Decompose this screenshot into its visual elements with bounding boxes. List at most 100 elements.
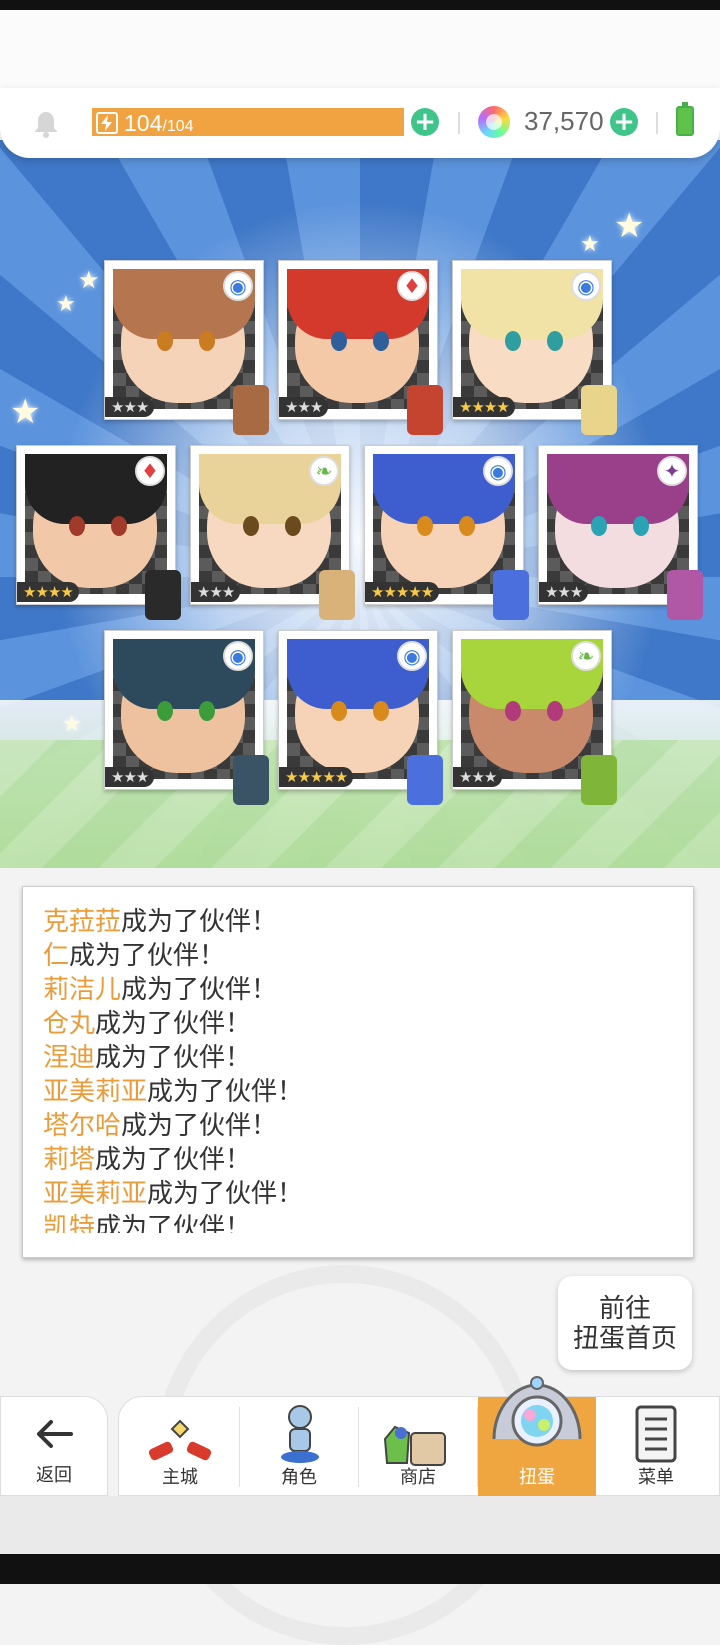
tab-label: 菜单	[638, 1467, 674, 1488]
divider	[458, 112, 460, 134]
menu-list-icon	[635, 1405, 677, 1463]
resource-status-bar: 104/104 + 37,570 +	[0, 88, 720, 158]
log-line: 莉塔成为了伙伴！	[43, 1143, 251, 1177]
energy-max: /104	[162, 118, 194, 135]
pixel-sprite-icon	[493, 570, 529, 620]
add-energy-button[interactable]: +	[411, 108, 439, 136]
tab-main-city[interactable]: 主城	[121, 1397, 239, 1497]
character-card[interactable]: ◉ ★★★	[104, 260, 269, 435]
goto-line-1: 前往	[598, 1294, 651, 1324]
rarity-stars: ★★★★	[453, 397, 515, 417]
goto-gacha-home-button[interactable]: 前往 扭蛋首页	[558, 1276, 692, 1370]
pixel-sprite-icon	[233, 755, 269, 805]
character-name: 涅迪	[43, 1043, 96, 1073]
tab-label: 商店	[400, 1467, 436, 1488]
character-card[interactable]: ❧ ★★★	[190, 445, 355, 620]
log-suffix: 成为了伙伴！	[95, 1213, 252, 1233]
water-attribute-icon: ◉	[571, 271, 601, 301]
rarity-stars: ★★★★	[17, 582, 79, 602]
log-suffix: 成为了伙伴！	[121, 975, 278, 1005]
character-card[interactable]: ❧ ★★★	[452, 630, 617, 805]
rarity-stars: ★★★	[279, 397, 329, 417]
sparkle-icon: ★	[78, 266, 100, 294]
tab-gacha[interactable]: 扭蛋	[478, 1376, 596, 1497]
log-suffix: 成为了伙伴！	[95, 1043, 252, 1073]
log-line: 凯特成为了伙伴！	[43, 1211, 251, 1233]
back-label: 返回	[36, 1465, 72, 1486]
character-name: 亚美莉亚	[43, 1179, 148, 1209]
shop-bags-icon	[383, 1425, 446, 1466]
gacha-result-log[interactable]: 克菈菈成为了伙伴！ 仁成为了伙伴！ 莉洁儿成为了伙伴！ 仓丸成为了伙伴！ 涅迪成…	[22, 886, 694, 1258]
rarity-stars: ★★★★★	[365, 582, 440, 602]
rarity-stars: ★★★	[105, 397, 155, 417]
bell-icon[interactable]	[30, 108, 62, 140]
wind-attribute-icon: ❧	[571, 641, 601, 671]
sparkle-icon: ★	[62, 712, 82, 737]
pixel-sprite-icon	[581, 755, 617, 805]
character-name: 克菈菈	[43, 907, 122, 937]
fire-attribute-icon: ♦	[397, 271, 427, 301]
character-name: 莉塔	[43, 1145, 96, 1175]
rarity-stars: ★★★	[105, 767, 155, 787]
energy-value: 104/104	[124, 110, 194, 136]
gacha-machine-icon	[492, 1376, 582, 1447]
character-figure-icon	[281, 1405, 319, 1463]
water-attribute-icon: ◉	[397, 641, 427, 671]
character-card[interactable]: ◉ ★★★★★	[278, 630, 443, 805]
tab-characters[interactable]: 角色	[240, 1397, 358, 1497]
dark-attribute-icon: ✦	[657, 456, 687, 486]
character-name: 仁	[43, 941, 70, 971]
sparkle-icon: ★	[10, 392, 41, 432]
tab-menu[interactable]: 菜单	[597, 1397, 715, 1497]
rarity-stars: ★★★	[539, 582, 589, 602]
crossed-keys-icon	[148, 1419, 212, 1461]
rarity-stars: ★★★	[453, 767, 503, 787]
log-line: 仓丸成为了伙伴！	[43, 1007, 251, 1041]
bottom-navigation: 返回 主城 角色 商店 扭蛋 菜单	[0, 1376, 720, 1497]
character-card[interactable]: ◉ ★★★★★	[364, 445, 529, 620]
character-card[interactable]: ♦ ★★★	[278, 260, 443, 435]
battery-icon	[676, 102, 694, 136]
gem-icon	[478, 106, 510, 138]
back-button[interactable]: 返回	[0, 1396, 108, 1496]
add-gems-button[interactable]: +	[610, 108, 638, 136]
pixel-sprite-icon	[145, 570, 181, 620]
log-suffix: 成为了伙伴！	[147, 1179, 304, 1209]
tab-label: 主城	[162, 1467, 198, 1488]
bottom-edge	[0, 1554, 720, 1584]
log-suffix: 成为了伙伴！	[69, 941, 226, 971]
sparkle-icon: ★	[614, 206, 645, 246]
gem-count: 37,570	[524, 106, 604, 136]
log-line: 塔尔哈成为了伙伴！	[43, 1109, 277, 1143]
character-card[interactable]: ♦ ★★★★	[16, 445, 181, 620]
energy-bar: 104/104	[92, 108, 404, 136]
pixel-sprite-icon	[319, 570, 355, 620]
wind-attribute-icon: ❧	[309, 456, 339, 486]
water-attribute-icon: ◉	[223, 271, 253, 301]
energy-current: 104	[124, 110, 163, 136]
character-card[interactable]: ✦ ★★★	[538, 445, 703, 620]
character-card[interactable]: ◉ ★★★	[104, 630, 269, 805]
log-line: 涅迪成为了伙伴！	[43, 1041, 251, 1075]
tab-label: 扭蛋	[519, 1467, 555, 1488]
log-line: 克菈菈成为了伙伴！	[43, 905, 277, 939]
character-name: 仓丸	[43, 1009, 96, 1039]
log-suffix: 成为了伙伴！	[95, 1145, 252, 1175]
nav-tabs: 主城 角色 商店 扭蛋 菜单	[118, 1376, 720, 1497]
log-line: 莉洁儿成为了伙伴！	[43, 973, 277, 1007]
log-suffix: 成为了伙伴！	[121, 1111, 278, 1141]
log-suffix: 成为了伙伴！	[147, 1077, 304, 1107]
pixel-sprite-icon	[407, 755, 443, 805]
character-name: 亚美莉亚	[43, 1077, 148, 1107]
character-name: 莉洁儿	[43, 975, 122, 1005]
rarity-stars: ★★★★★	[279, 767, 354, 787]
back-arrow-icon	[37, 1420, 73, 1448]
goto-line-2: 扭蛋首页	[572, 1324, 677, 1354]
water-attribute-icon: ◉	[483, 456, 513, 486]
log-line: 亚美莉亚成为了伙伴！	[43, 1177, 303, 1211]
pixel-sprite-icon	[581, 385, 617, 435]
top-edge	[0, 0, 720, 10]
pixel-sprite-icon	[407, 385, 443, 435]
tab-shop[interactable]: 商店	[359, 1397, 477, 1497]
character-card[interactable]: ◉ ★★★★	[452, 260, 617, 435]
